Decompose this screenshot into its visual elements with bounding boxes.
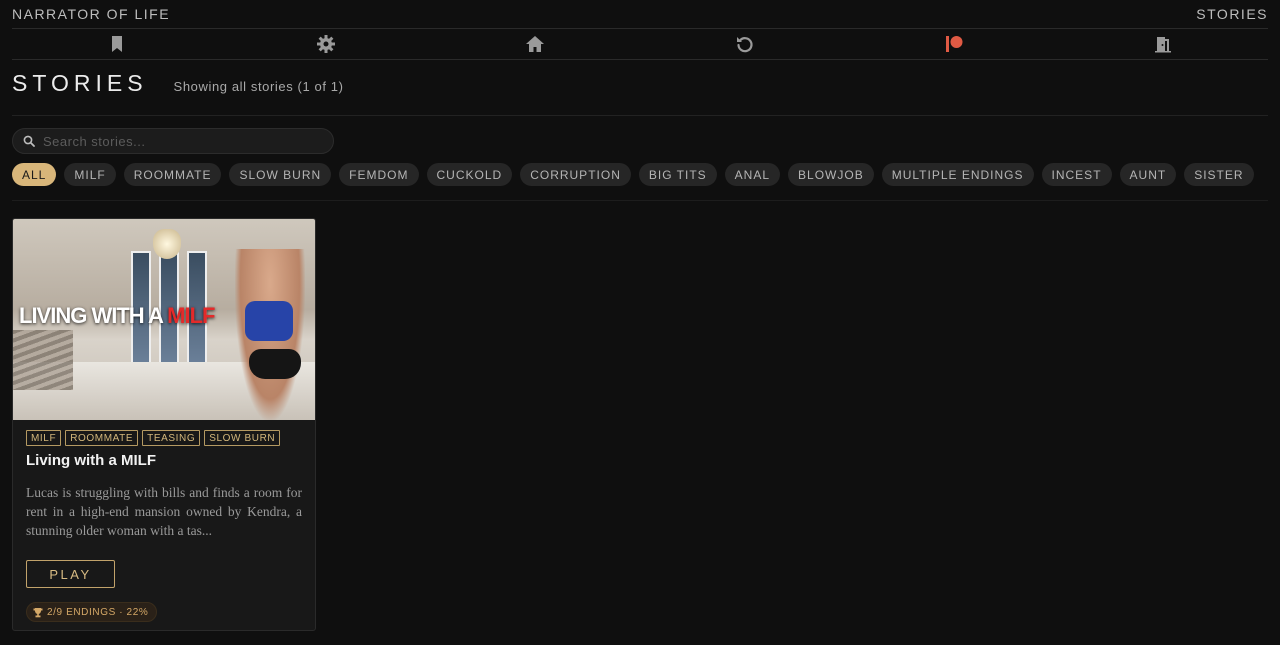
search-input[interactable] <box>43 133 323 149</box>
results-count: Showing all stories (1 of 1) <box>173 79 344 94</box>
filter-chip-cuckold[interactable]: CUCKOLD <box>426 163 513 186</box>
story-tag: SLOW BURN <box>204 430 281 446</box>
icon-nav-bar <box>12 29 1268 60</box>
brand-name[interactable]: NARRATOR OF LIFE <box>12 6 170 22</box>
bookmark-icon <box>111 36 122 52</box>
story-tag: TEASING <box>142 430 201 446</box>
filter-chip-blowjob[interactable]: BLOWJOB <box>788 163 874 186</box>
filter-chip-aunt[interactable]: AUNT <box>1119 163 1177 186</box>
story-cover-image[interactable]: LIVING WITH A MILF <box>13 219 315 420</box>
story-title: Living with a MILF <box>26 452 156 469</box>
cover-title: LIVING WITH A MILF <box>19 303 215 329</box>
cover-title-main: LIVING WITH A <box>19 303 168 328</box>
figure-decoration <box>245 301 293 341</box>
filter-chip-multiple-endings[interactable]: MULTIPLE ENDINGS <box>881 163 1034 186</box>
filter-chip-incest[interactable]: INCEST <box>1041 163 1112 186</box>
figure-decoration <box>249 349 301 379</box>
stairs-decoration <box>13 330 73 390</box>
stories-link[interactable]: STORIES <box>1196 6 1268 22</box>
exit-door-icon <box>1155 37 1172 53</box>
filter-chip-all[interactable]: ALL <box>12 163 57 186</box>
story-card: LIVING WITH A MILF MILF ROOMMATE TEASING… <box>12 218 316 631</box>
divider <box>12 200 1268 201</box>
home-icon <box>526 36 545 52</box>
search-box[interactable] <box>12 128 334 154</box>
story-tags: MILF ROOMMATE TEASING SLOW BURN <box>26 430 315 446</box>
story-tag: ROOMMATE <box>65 430 139 446</box>
home-button[interactable] <box>431 29 640 59</box>
filter-chip-corruption[interactable]: CORRUPTION <box>520 163 631 186</box>
cover-title-accent: MILF <box>167 303 215 328</box>
filter-chip-slow-burn[interactable]: SLOW BURN <box>229 163 332 186</box>
bookmarks-button[interactable] <box>12 29 221 59</box>
page-title: STORIES <box>12 70 148 96</box>
endings-badge: 2/9 ENDINGS · 22% <box>26 602 158 622</box>
patreon-icon <box>945 36 963 52</box>
patreon-button[interactable] <box>849 29 1058 59</box>
filter-chip-anal[interactable]: ANAL <box>724 163 781 186</box>
gear-icon <box>316 35 335 53</box>
divider <box>12 115 1268 116</box>
filter-chip-big-tits[interactable]: BIG TITS <box>638 163 717 186</box>
trophy-icon <box>33 607 43 617</box>
restart-button[interactable] <box>640 29 849 59</box>
filter-chip-femdom[interactable]: FEMDOM <box>339 163 419 186</box>
search-icon <box>23 135 35 147</box>
chandelier-decoration <box>153 229 181 259</box>
settings-button[interactable] <box>221 29 430 59</box>
exit-button[interactable] <box>1059 29 1268 59</box>
play-button[interactable]: PLAY <box>26 560 115 588</box>
page-header: STORIES Showing all stories (1 of 1) <box>12 70 344 100</box>
filter-chip-milf[interactable]: MILF <box>64 163 116 186</box>
filter-chip-roommate[interactable]: ROOMMATE <box>123 163 222 186</box>
endings-progress: 2/9 ENDINGS · 22% <box>47 606 149 618</box>
filter-chip-sister[interactable]: SISTER <box>1184 163 1254 186</box>
story-tag: MILF <box>26 430 62 446</box>
story-description: Lucas is struggling with bills and finds… <box>26 485 302 538</box>
top-bar: NARRATOR OF LIFE STORIES <box>12 0 1268 29</box>
undo-icon <box>736 37 753 53</box>
filter-chips: ALL MILF ROOMMATE SLOW BURN FEMDOM CUCKO… <box>12 163 1254 186</box>
